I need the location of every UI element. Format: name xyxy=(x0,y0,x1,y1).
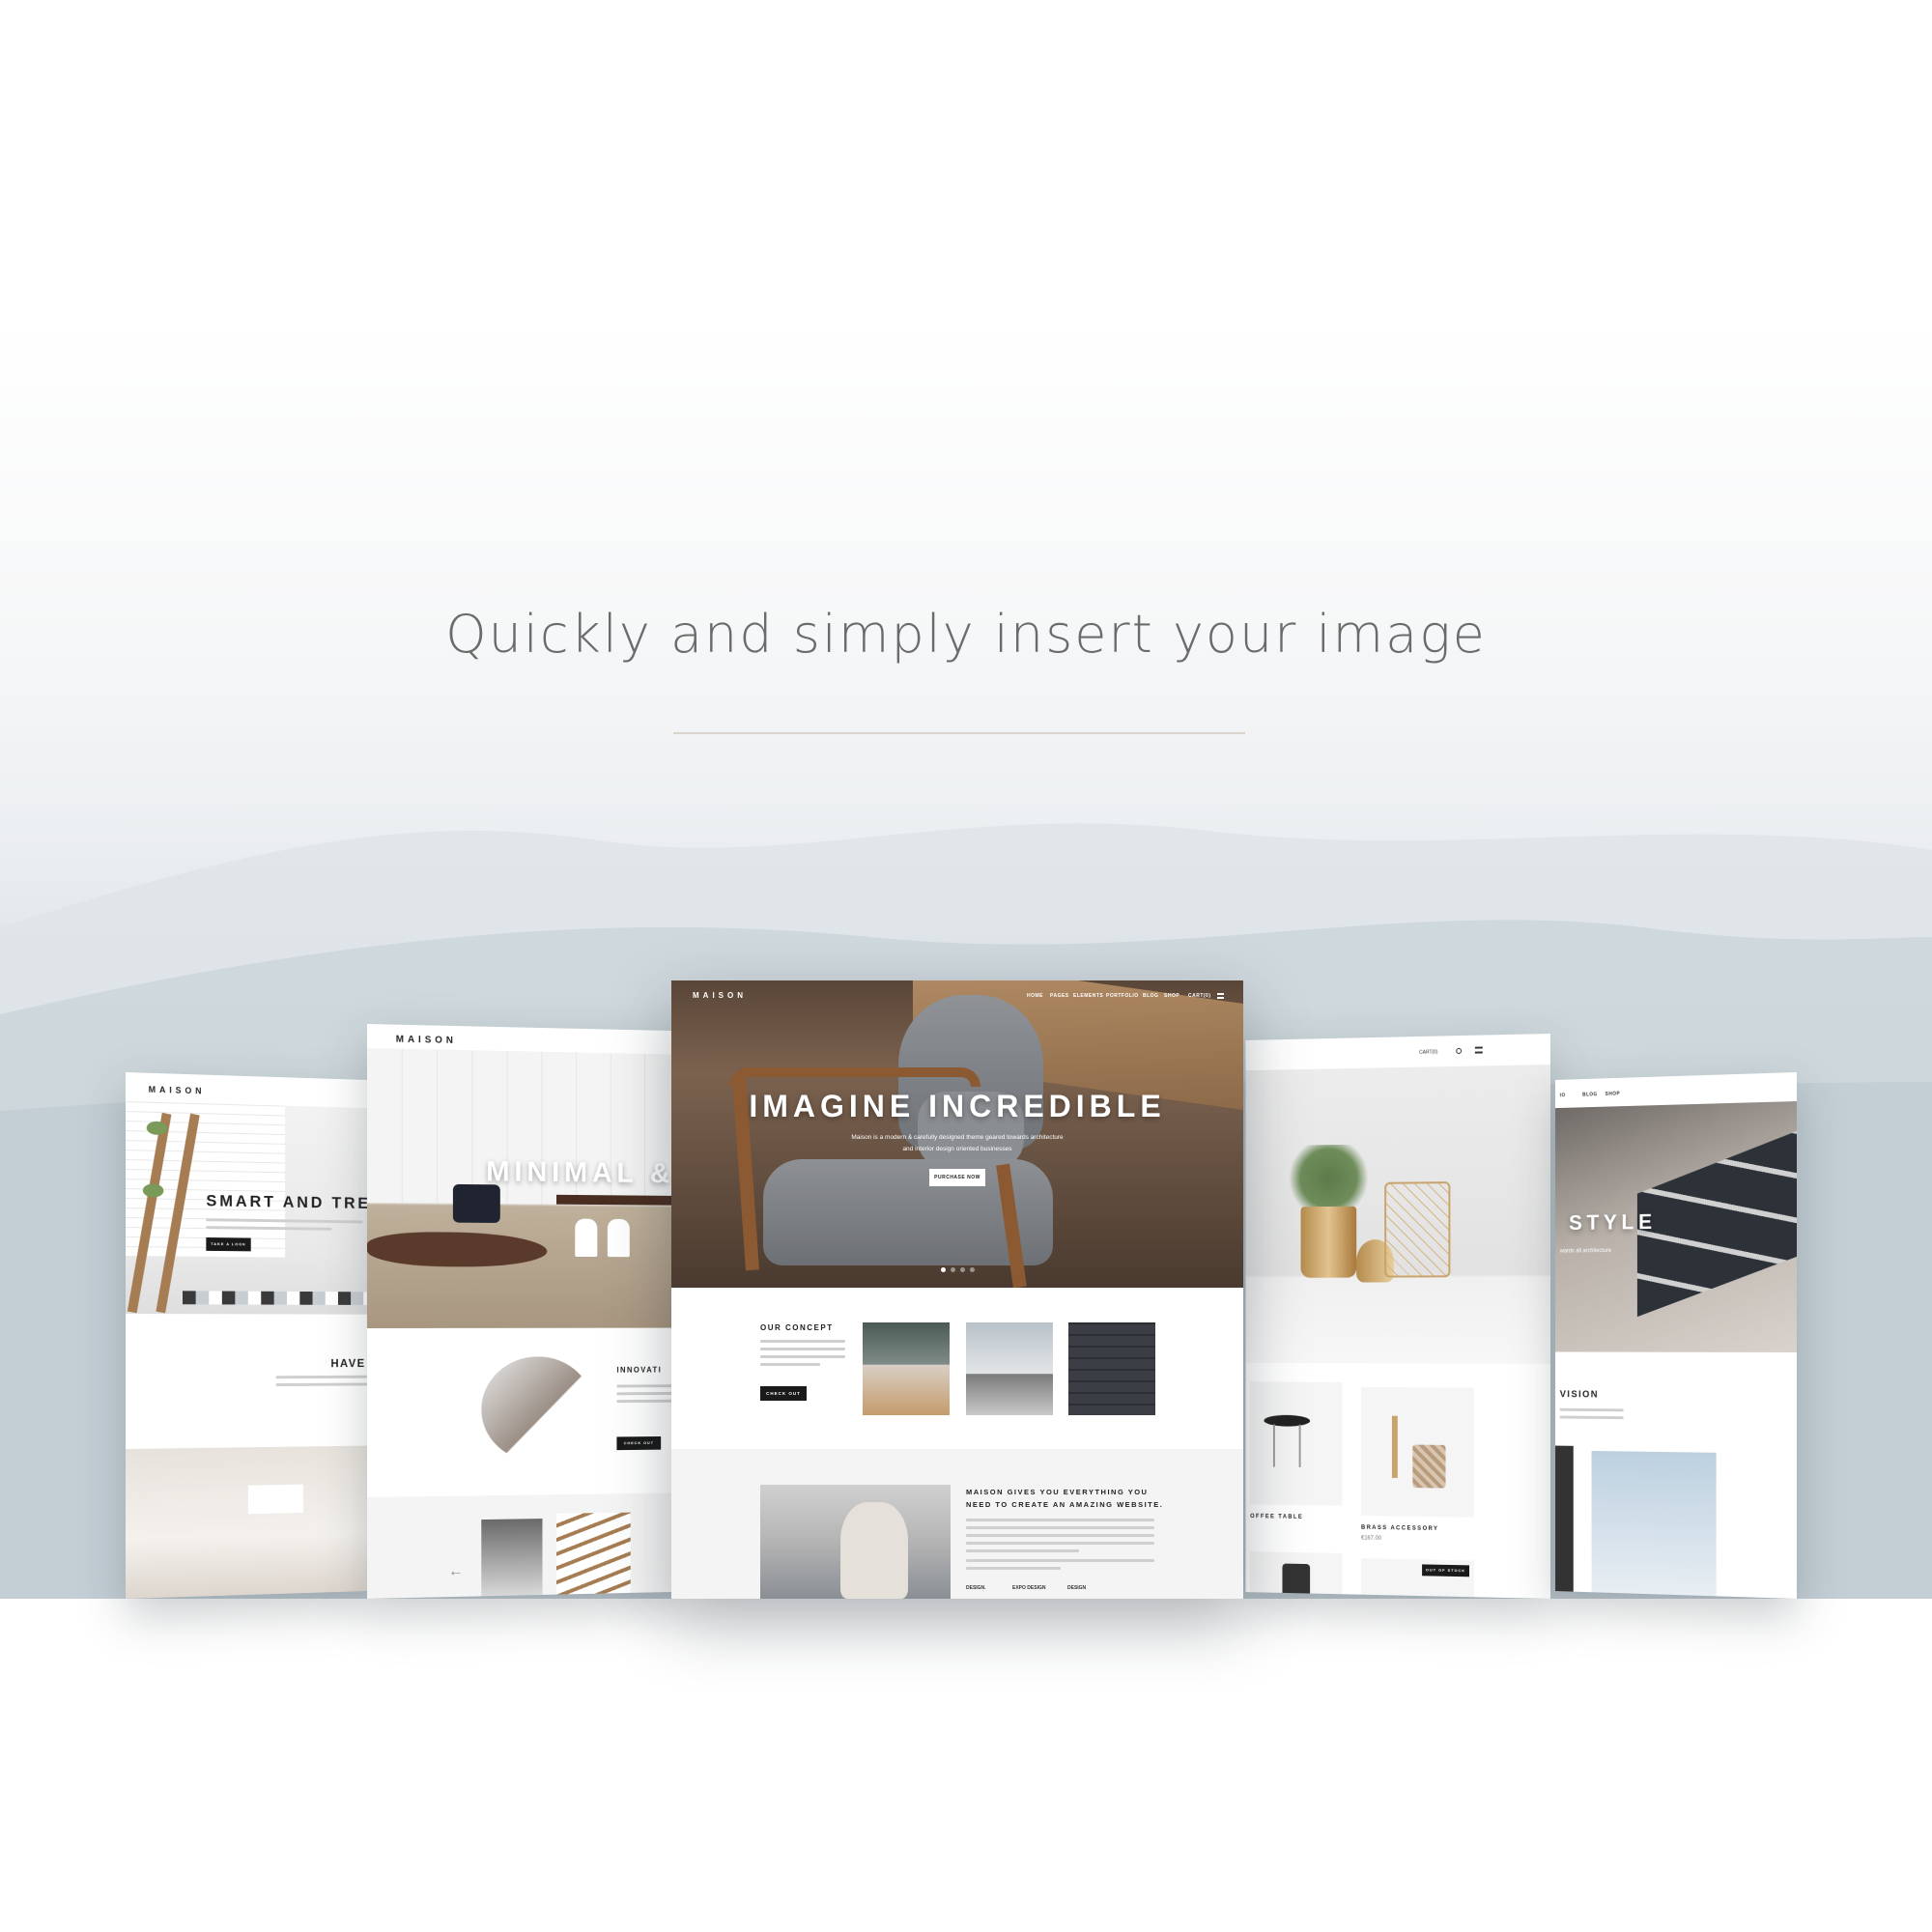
bottom-area xyxy=(0,1599,1932,1932)
brass-planter xyxy=(1300,1206,1357,1278)
promo-title: NEED TO CREATE AN AMAZING WEBSITE. xyxy=(966,1500,1164,1509)
badge-logo: DESIGN xyxy=(1067,1585,1087,1591)
woman-portrait xyxy=(481,1356,594,1463)
wire-basket xyxy=(1384,1181,1451,1278)
candle-holder xyxy=(1391,1415,1398,1478)
concept-image-lamp xyxy=(1068,1322,1155,1415)
nav-shop[interactable]: SHOP xyxy=(1164,993,1179,999)
slider-dot[interactable] xyxy=(951,1267,955,1272)
nav-portfolio[interactable]: PORTFOLIO xyxy=(1106,993,1139,999)
hero-text xyxy=(206,1218,363,1236)
check-out-button[interactable]: CHECK OUT xyxy=(760,1386,807,1401)
skylight-panel xyxy=(1636,1126,1797,1318)
nav-home[interactable]: HOME xyxy=(1027,993,1043,999)
section-title: VISION xyxy=(1559,1389,1600,1401)
plant-pot xyxy=(146,1121,168,1136)
search-icon[interactable] xyxy=(1456,1047,1463,1055)
mockup-right: N CART(0) OFFEE TABLE BRASS ACCESSORY €1… xyxy=(1245,1034,1550,1599)
hero-title: SMART AND TRE xyxy=(206,1191,367,1212)
hero-subtitle: wards all architecture xyxy=(1559,1248,1612,1255)
hero-title: STYLE xyxy=(1569,1209,1657,1235)
nav-elements[interactable]: ELEMENTS xyxy=(1073,993,1103,999)
facade-image xyxy=(1591,1450,1717,1597)
hero-image: MINIMAL & xyxy=(367,1048,677,1328)
nav-pages[interactable]: PAGES xyxy=(1050,993,1069,999)
patterned-vase xyxy=(1412,1444,1446,1489)
slider-dot[interactable] xyxy=(960,1267,965,1272)
cart-link[interactable]: CART(0) xyxy=(1419,1049,1437,1055)
mockup-center: MAISON HOME PAGES ELEMENTS PORTFOLIO BLO… xyxy=(671,980,1243,1599)
section-text xyxy=(275,1375,367,1391)
geometric-rug xyxy=(183,1291,367,1305)
product-price: €167.00 xyxy=(1361,1535,1382,1542)
armchair xyxy=(452,1183,500,1223)
headline: Quickly and simply insert your image xyxy=(445,604,1487,665)
architecture-image xyxy=(1555,1445,1574,1592)
logo[interactable]: MAISON xyxy=(396,1035,457,1046)
nav-item[interactable]: IO xyxy=(1560,1093,1566,1098)
nav-item[interactable]: SHOP xyxy=(1605,1092,1620,1097)
gallery-image xyxy=(481,1519,543,1597)
section-text xyxy=(616,1384,672,1407)
take-a-look-button[interactable]: TAKE A LOOK xyxy=(206,1237,251,1252)
dining-table xyxy=(555,1194,677,1206)
couple-person xyxy=(840,1502,908,1599)
plant-leaves xyxy=(1282,1144,1376,1212)
hero-title: IMAGINE INCREDIBLE xyxy=(749,1089,1166,1123)
hero-section: MAISON HOME PAGES ELEMENTS PORTFOLIO BLO… xyxy=(671,980,1243,1289)
badge-logo: DESIGN. xyxy=(966,1585,986,1591)
dining-chair xyxy=(575,1218,598,1258)
section-title: HAVE xyxy=(330,1356,366,1371)
nav-item[interactable]: BLOG xyxy=(1582,1092,1597,1097)
section-text xyxy=(1559,1407,1624,1424)
logo[interactable]: MAISON xyxy=(149,1085,206,1096)
promo-section: MAISON GIVES YOU EVERYTHING YOU NEED TO … xyxy=(671,1449,1243,1599)
cowhide-rug xyxy=(367,1232,548,1267)
hero-title: MINIMAL & xyxy=(486,1155,675,1190)
check-out-button[interactable]: CHECK OUT xyxy=(616,1435,662,1451)
product-title[interactable]: BRASS ACCESSORY xyxy=(1361,1525,1438,1532)
window-light xyxy=(247,1484,304,1515)
dining-chair xyxy=(607,1218,630,1258)
mockup-far-left: MAISON SMART AND TRE TAKE A LOOK HAVE xyxy=(126,1072,367,1599)
coffee-table-legs xyxy=(1272,1424,1301,1467)
concept-title: OUR CONCEPT xyxy=(760,1323,834,1332)
hero-subtitle: Maison is a modern & carefully designed … xyxy=(851,1134,1064,1141)
concept-text xyxy=(760,1340,845,1371)
room-image xyxy=(126,1445,367,1599)
menu-icon[interactable] xyxy=(1474,1046,1483,1054)
chair-armrest xyxy=(729,1067,980,1087)
concept-section: OUR CONCEPT CHECK OUT xyxy=(671,1288,1243,1449)
stairs-image xyxy=(555,1512,631,1595)
hero-image: STYLE wards all architecture xyxy=(1555,1101,1797,1352)
mockup-left: MAISON MINIMAL & INNOVATI CHECK OUT ← xyxy=(367,1024,677,1599)
promo-text xyxy=(966,1559,1154,1575)
hero-subtitle: and interior design oriented businesses xyxy=(902,1146,1012,1152)
purchase-now-button[interactable]: PURCHASE NOW xyxy=(929,1169,985,1186)
section-title: INNOVATI xyxy=(616,1365,663,1375)
promo-title: MAISON GIVES YOU EVERYTHING YOU xyxy=(966,1488,1149,1496)
promo-text xyxy=(966,1519,1154,1557)
divider-rule xyxy=(673,732,1245,734)
out-of-stock-badge: OUT OF STOCK xyxy=(1422,1564,1469,1577)
nav-cart[interactable]: CART(0) xyxy=(1188,993,1211,999)
nav-blog[interactable]: BLOG xyxy=(1143,993,1158,999)
menu-icon[interactable] xyxy=(1217,993,1224,999)
product-title[interactable]: OFFEE TABLE xyxy=(1250,1514,1303,1520)
chair-image xyxy=(1282,1563,1311,1598)
mockup-far-right: IO BLOG SHOP STYLE wards all architectur… xyxy=(1555,1072,1797,1599)
concept-image-desk xyxy=(966,1322,1053,1415)
logo[interactable]: MAISON xyxy=(693,991,747,1000)
slider-dot-active[interactable] xyxy=(941,1267,946,1272)
badge-logo: EXPO DESIGN xyxy=(1012,1585,1046,1591)
arrow-left-icon[interactable]: ← xyxy=(448,1563,464,1580)
plant-pot xyxy=(142,1183,164,1198)
hero-image xyxy=(1245,1065,1550,1364)
slider-dot[interactable] xyxy=(970,1267,975,1272)
concept-image-plants xyxy=(863,1322,950,1415)
